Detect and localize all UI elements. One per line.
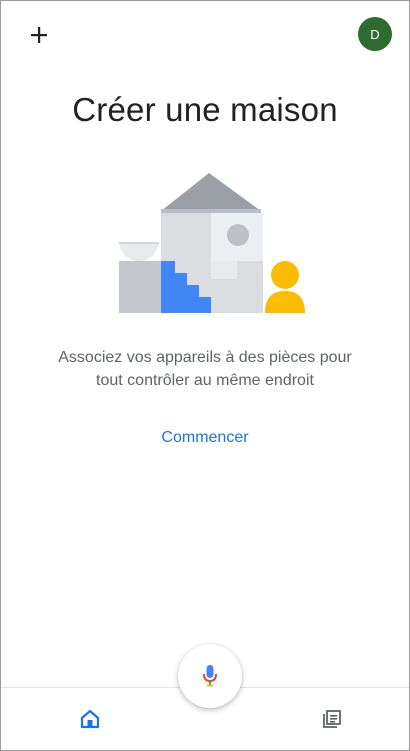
page-title: Créer une maison — [72, 91, 338, 128]
avatar[interactable]: D — [358, 17, 392, 51]
description: Associez vos appareils à des pièces pour… — [31, 346, 379, 392]
app-screen: D Créer une maison Associez vos appareil… — [0, 0, 410, 751]
start-button-label[interactable]: Commencer — [161, 429, 248, 446]
add-button[interactable] — [19, 15, 59, 55]
tab-home[interactable] — [73, 702, 107, 736]
mic-button[interactable] — [178, 644, 242, 708]
feed-icon — [323, 710, 341, 728]
home-icon — [80, 709, 100, 729]
tab-feed[interactable] — [315, 702, 349, 736]
plus-icon — [31, 27, 47, 43]
start-button[interactable]: Commencer — [1, 429, 409, 447]
house-illustration — [119, 173, 305, 313]
description-line-2: tout contrôler au même endroit — [96, 372, 314, 389]
microphone-icon — [203, 665, 217, 687]
description-line-1: Associez vos appareils à des pièces pour — [58, 349, 352, 366]
